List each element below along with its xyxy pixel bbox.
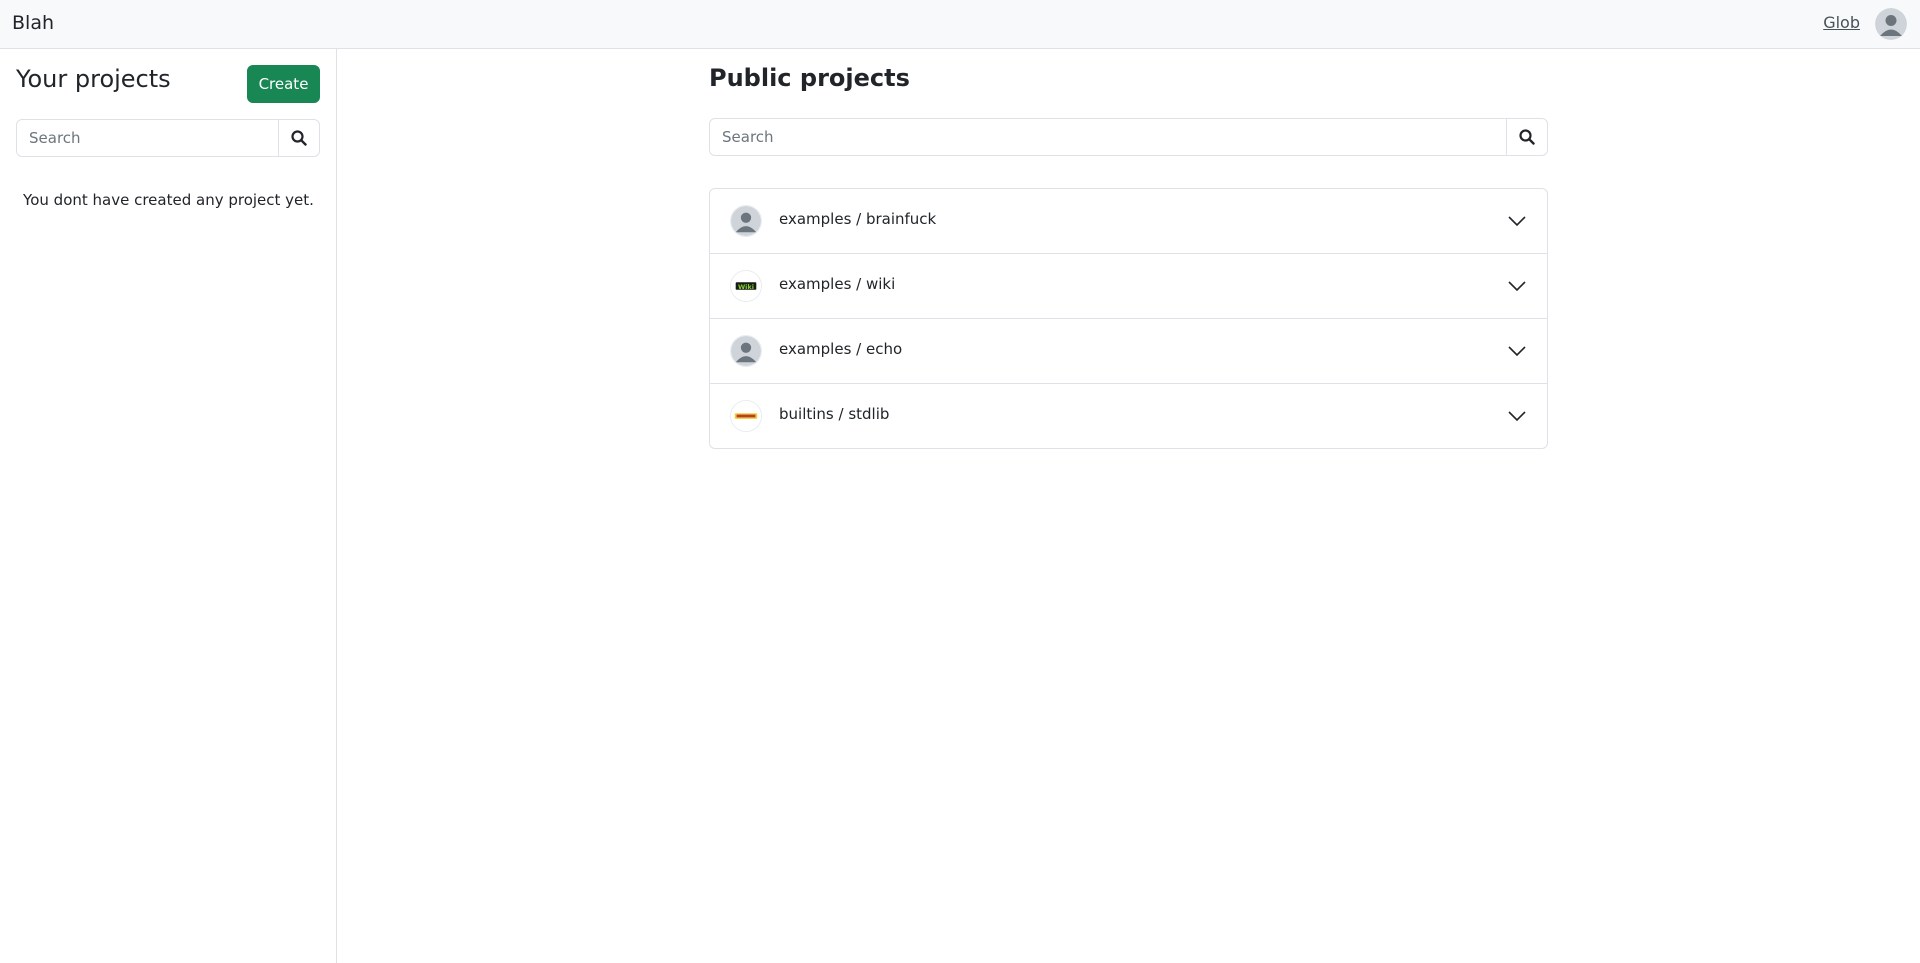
search-icon xyxy=(291,130,307,146)
your-projects-search-input[interactable] xyxy=(16,119,278,157)
project-item-stdlib[interactable]: builtins / stdlib xyxy=(710,384,1547,448)
svg-text:Wiki: Wiki xyxy=(738,283,754,291)
brand-logo-text[interactable]: Blah xyxy=(12,12,54,34)
chevron-down-icon[interactable] xyxy=(1507,406,1527,426)
chevron-down-icon[interactable] xyxy=(1507,341,1527,361)
your-projects-heading: Your projects xyxy=(16,65,171,93)
project-item-wiki[interactable]: Wiki examples / wiki xyxy=(710,254,1547,319)
project-name: examples / brainfuck xyxy=(779,210,937,228)
wiki-logo-icon: Wiki xyxy=(730,270,762,302)
default-user-avatar-icon xyxy=(730,335,762,367)
project-name: examples / wiki xyxy=(779,275,896,293)
default-user-avatar-icon xyxy=(730,205,762,237)
chevron-down-icon[interactable] xyxy=(1507,211,1527,231)
public-projects-search-input[interactable] xyxy=(709,118,1506,156)
search-icon xyxy=(1519,129,1535,145)
public-projects-search xyxy=(709,118,1548,156)
stdlib-logo-icon xyxy=(730,400,762,432)
project-item-brainfuck[interactable]: examples / brainfuck xyxy=(710,189,1547,254)
your-projects-search xyxy=(16,119,320,157)
no-projects-message: You dont have created any project yet. xyxy=(23,191,314,209)
project-name: builtins / stdlib xyxy=(779,405,890,423)
project-name: examples / echo xyxy=(779,340,903,358)
user-avatar-icon[interactable] xyxy=(1875,8,1907,40)
project-item-echo[interactable]: examples / echo xyxy=(710,319,1547,384)
public-projects-search-button[interactable] xyxy=(1506,118,1548,156)
chevron-down-icon[interactable] xyxy=(1507,276,1527,296)
public-projects-list: examples / brainfuck Wiki examples / wik… xyxy=(709,188,1548,449)
user-name-link[interactable]: Glob xyxy=(1823,13,1860,32)
top-navbar: Blah Glob xyxy=(0,0,1920,49)
public-projects-heading: Public projects xyxy=(709,64,910,92)
sidebar: Your projects Create You dont have creat… xyxy=(0,49,337,963)
create-project-button[interactable]: Create xyxy=(247,65,320,103)
your-projects-search-button[interactable] xyxy=(278,119,320,157)
